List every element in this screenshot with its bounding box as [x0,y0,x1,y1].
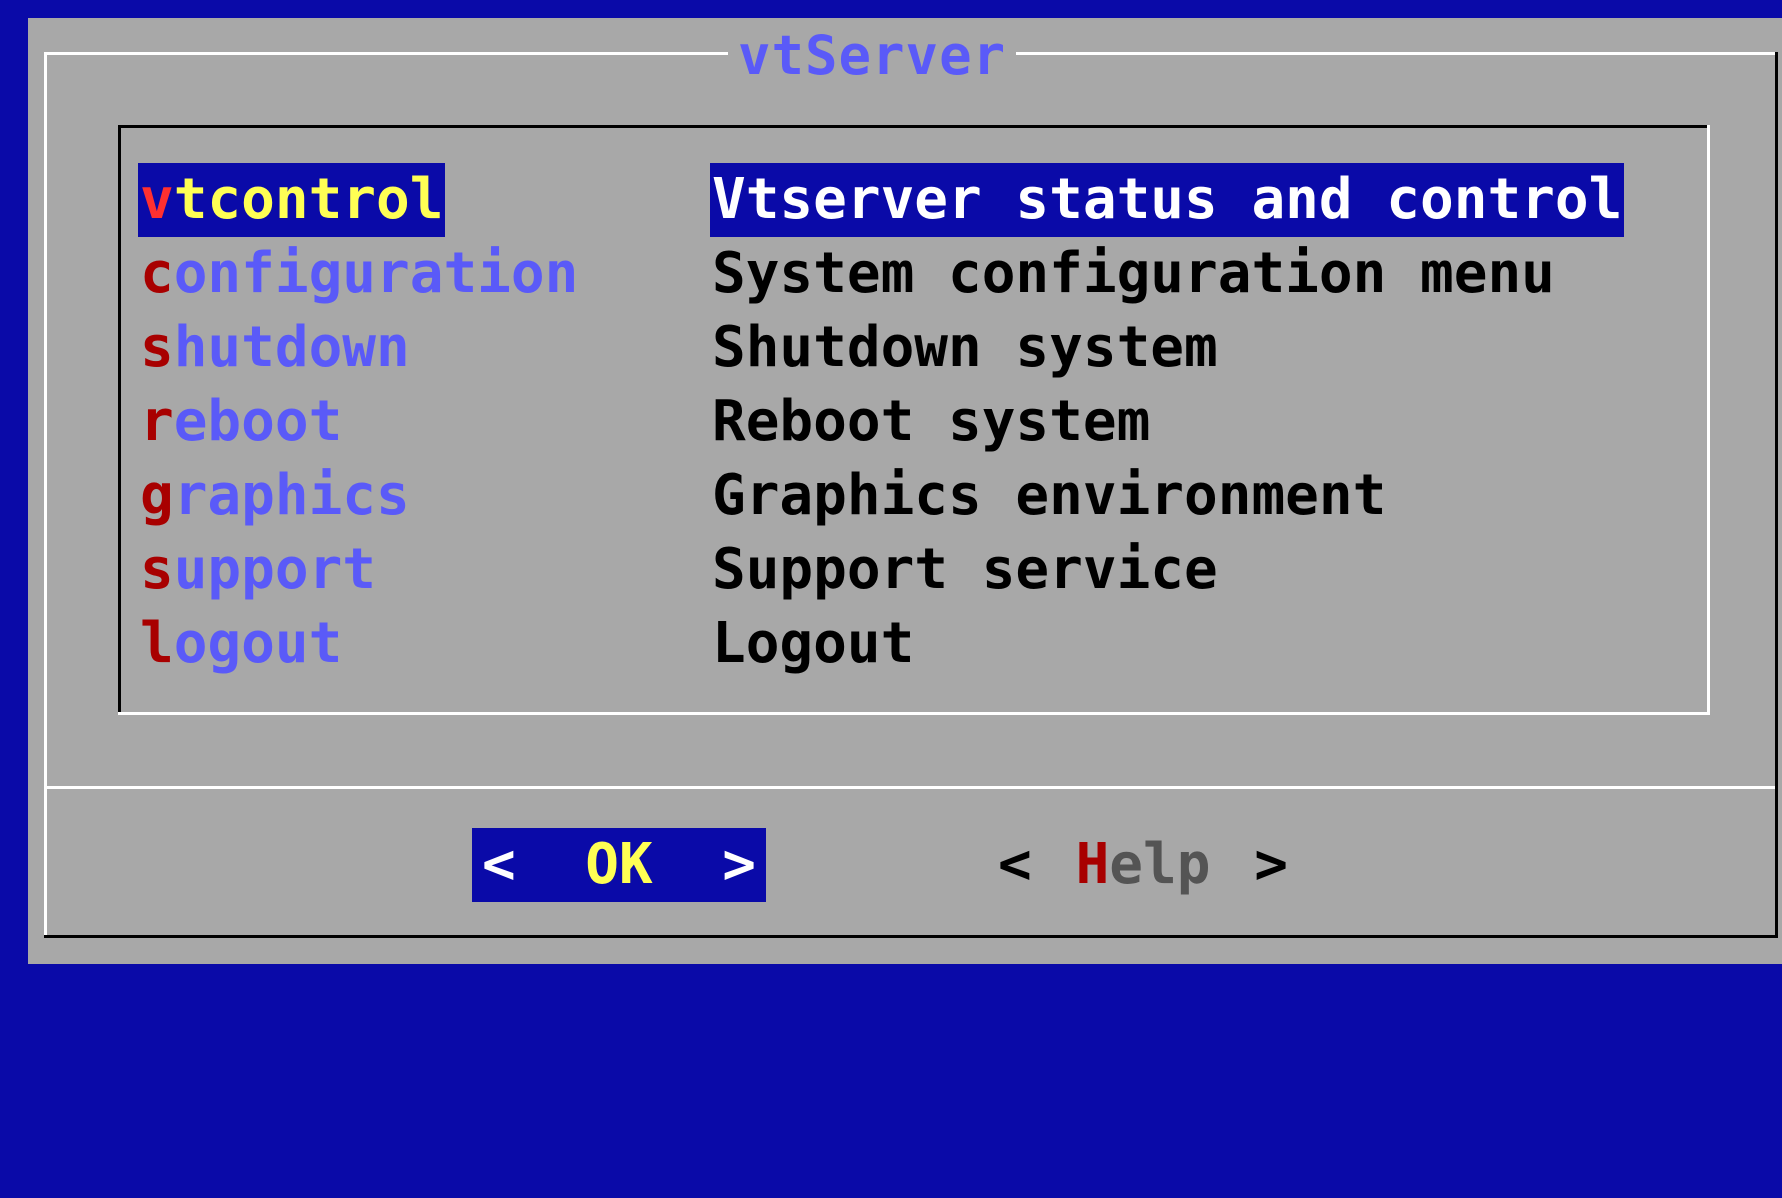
menu-item-logout[interactable]: logout Logout [138,607,1700,681]
menu-item-hotkey: v [140,167,174,232]
menu-item-description: Logout [712,611,915,676]
ok-button-right-bracket: > [722,832,756,897]
menu-border-right [1707,125,1710,715]
menu-border-bottom [118,712,1710,715]
menu-item-tag-rest: eboot [173,389,343,454]
menu-border-top [118,125,1710,128]
dialog-border-right [1775,52,1778,938]
help-button-hotkey: H [1075,832,1110,897]
menu-item-hotkey: s [140,315,174,380]
menu-item-description: Shutdown system [712,315,1218,380]
menu-item-tag: shutdown [138,311,412,385]
menu-item-tag-rest: upport [173,537,377,602]
menu-item-tag-rest: onfiguration [173,241,579,306]
menu-item-tag-rest: ogout [173,611,343,676]
menu-item-tag: graphics [138,459,412,533]
menu-item-hotkey: l [140,611,174,676]
menu-item-tag: reboot [138,385,344,459]
help-button-right-bracket: > [1254,832,1288,897]
menu-item-configuration[interactable]: configuration System configuration menu [138,237,1700,311]
help-button-label: Help [988,828,1298,902]
ok-button[interactable]: < OK > [472,828,766,902]
menu-item-description: Support service [712,537,1218,602]
menu-item-description: System configuration menu [712,241,1555,306]
menu-item-tag: configuration [138,237,580,311]
menu-border-left [118,125,121,715]
menu-item-tag: vtcontrol [138,163,446,237]
dialog-title: vtServer [728,26,1017,86]
menu-item-description: Graphics environment [712,463,1387,528]
menu-item-tag: logout [138,607,344,681]
menu-item-hotkey: r [140,389,174,454]
menu-item-hotkey: s [140,537,174,602]
menu-item-support[interactable]: support Support service [138,533,1700,607]
dialog-window: vtServer vtcontrol Vtserver status and c… [28,18,1782,964]
menu-item-description: Vtserver status and control [710,163,1625,237]
menu-item-tag-rest: raphics [173,463,410,528]
help-button[interactable]: < Help > [988,828,1298,902]
menu-item-graphics[interactable]: graphics Graphics environment [138,459,1700,533]
menu-item-hotkey: c [140,241,174,306]
menu-item-shutdown[interactable]: shutdown Shutdown system [138,311,1700,385]
menu-item-description: Reboot system [712,389,1151,454]
menu-item-reboot[interactable]: reboot Reboot system [138,385,1700,459]
menu-item-tag: support [138,533,378,607]
help-button-label-rest: elp [1109,832,1211,897]
button-separator [47,786,1775,789]
menu-item-hotkey: g [140,463,174,528]
dialog-border-bottom [44,935,1778,938]
menu-item-vtcontrol[interactable]: vtcontrol Vtserver status and control [138,163,1700,237]
dialog-border-left [44,52,47,938]
menu-item-tag-rest: tcontrol [173,167,444,232]
menu-list: vtcontrol Vtserver status and control co… [118,125,1710,715]
menu-item-tag-rest: hutdown [173,315,410,380]
